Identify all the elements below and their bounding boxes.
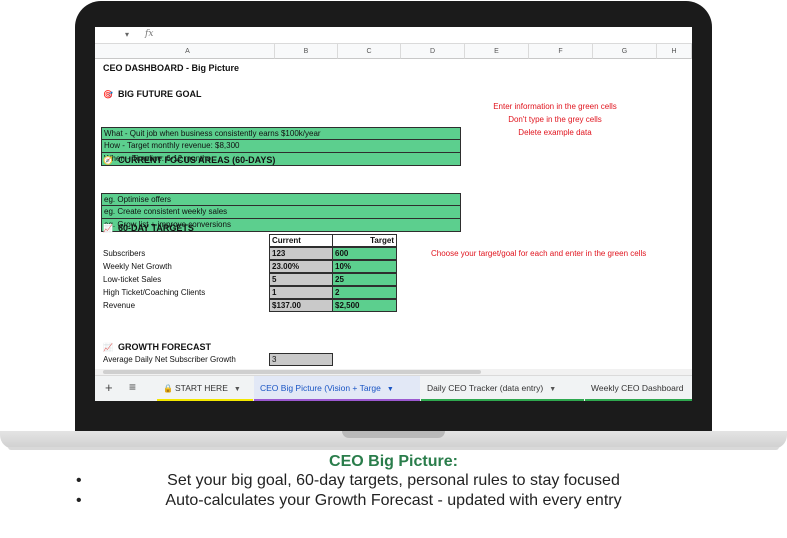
instruction-green-cells: Enter information in the green cells xyxy=(493,102,617,111)
bullet-dot: • xyxy=(76,492,82,509)
current-subscribers[interactable]: 123 xyxy=(269,247,333,260)
spreadsheet-screen: ▾ fx A B C D E F G H CEO DASHBOARD - Big… xyxy=(95,27,692,401)
laptop-bezel-bottom xyxy=(75,401,712,431)
tab-ceo-big-picture-label: CEO Big Picture (Vision + Targe xyxy=(260,383,381,393)
chevron-down-icon[interactable]: ▼ xyxy=(549,386,556,393)
target-label-revenue: Revenue xyxy=(103,301,136,310)
big-goal-heading-text: BIG FUTURE GOAL xyxy=(118,89,202,99)
tab-daily-ceo-tracker[interactable]: Daily CEO Tracker (data entry) ▼ xyxy=(421,376,584,401)
targets-heading-text: 60-DAY TARGETS xyxy=(118,223,194,233)
focus-cell-1[interactable]: eg. Optimise offers xyxy=(101,193,461,206)
chart-icon: 📈 xyxy=(103,224,113,233)
column-header-c[interactable]: C xyxy=(338,44,401,59)
column-header-f[interactable]: F xyxy=(529,44,593,59)
column-header-g[interactable]: G xyxy=(593,44,657,59)
tab-color-stripe xyxy=(157,399,253,401)
focus-heading: 🧭 CURRENT FOCUS AREAS (60-DAYS) xyxy=(103,154,275,167)
big-goal-heading: 🎯 BIG FUTURE GOAL xyxy=(103,88,202,101)
target-subscribers[interactable]: 600 xyxy=(332,247,397,260)
targets-heading: 📈 60-DAY TARGETS xyxy=(103,222,194,235)
tab-weekly-ceo-dashboard-label: Weekly CEO Dashboard xyxy=(591,383,684,393)
targets-note: Choose your target/goal for each and ent… xyxy=(431,249,647,258)
tab-start-here[interactable]: 🔒 START HERE ▼ xyxy=(157,376,253,401)
forecast-value[interactable]: 3 xyxy=(269,353,333,366)
chevron-down-icon[interactable]: ▼ xyxy=(387,386,394,393)
fx-icon: fx xyxy=(145,29,154,39)
dashboard-title: CEO DASHBOARD - Big Picture xyxy=(103,63,240,73)
goal-what-cell[interactable]: What - Quit job when business consistent… xyxy=(101,127,461,140)
caption-bullet-2: • Auto-calculates your Growth Forecast -… xyxy=(0,492,787,510)
targets-col-target: Target xyxy=(332,234,397,247)
target-label-low-ticket: Low-ticket Sales xyxy=(103,275,162,284)
goal-how-cell[interactable]: How - Target monthly revenue: $8,300 xyxy=(101,140,461,153)
focus-cell-2[interactable]: eg. Create consistent weekly sales xyxy=(101,206,461,219)
sheet-grid[interactable]: CEO DASHBOARD - Big Picture 🎯 BIG FUTURE … xyxy=(95,59,692,369)
sheet-tabs-bar: + ≡ 🔒 START HERE ▼ CEO Big Picture (Vision… xyxy=(95,375,692,401)
add-sheet-icon[interactable]: + xyxy=(105,380,113,395)
target-high-ticket[interactable]: 2 xyxy=(332,286,397,299)
caption-bullet-2-text: Auto-calculates your Growth Forecast - u… xyxy=(165,492,622,509)
chart-icon: 📈 xyxy=(103,343,113,352)
forecast-heading: 📈 GROWTH FORECAST xyxy=(103,341,211,354)
caption-title: CEO Big Picture: xyxy=(329,453,458,470)
column-header-b[interactable]: B xyxy=(275,44,338,59)
target-weekly-growth[interactable]: 10% xyxy=(332,260,397,273)
chevron-down-icon[interactable]: ▼ xyxy=(234,386,241,393)
column-header-a[interactable]: A xyxy=(101,44,275,59)
target-low-ticket[interactable]: 25 xyxy=(332,273,397,286)
laptop-notch xyxy=(342,431,445,438)
forecast-heading-text: GROWTH FORECAST xyxy=(118,342,211,352)
tab-color-stripe xyxy=(585,399,692,401)
scrollbar-thumb[interactable] xyxy=(103,370,481,374)
targets-col-current: Current xyxy=(269,234,333,247)
bullet-dot: • xyxy=(76,472,82,489)
target-label-subscribers: Subscribers xyxy=(103,249,146,258)
column-header-d[interactable]: D xyxy=(401,44,465,59)
forecast-label: Average Daily Net Subscriber Growth xyxy=(103,355,236,364)
target-icon: 🎯 xyxy=(103,90,113,99)
compass-icon: 🧭 xyxy=(103,156,113,165)
instruction-delete-example: Delete example data xyxy=(518,128,592,137)
column-header-h[interactable]: H xyxy=(657,44,692,59)
caption-bullet-1-text: Set your big goal, 60-day targets, perso… xyxy=(167,472,620,489)
all-sheets-menu-icon[interactable]: ≡ xyxy=(129,380,136,394)
lock-icon: 🔒 xyxy=(163,384,173,393)
laptop-shadow xyxy=(8,447,779,450)
focus-heading-text: CURRENT FOCUS AREAS (60-DAYS) xyxy=(118,155,276,165)
current-revenue[interactable]: $137.00 xyxy=(269,299,333,312)
tab-color-stripe xyxy=(421,399,584,401)
target-label-weekly-growth: Weekly Net Growth xyxy=(103,262,172,271)
tab-ceo-big-picture[interactable]: CEO Big Picture (Vision + Targe ▼ xyxy=(254,376,420,401)
current-high-ticket[interactable]: 1 xyxy=(269,286,333,299)
tab-weekly-ceo-dashboard[interactable]: Weekly CEO Dashboard xyxy=(585,376,692,401)
target-revenue[interactable]: $2,500 xyxy=(332,299,397,312)
caption-bullet-1: • Set your big goal, 60-day targets, per… xyxy=(0,472,787,490)
column-header-e[interactable]: E xyxy=(465,44,529,59)
current-weekly-growth[interactable]: 23.00% xyxy=(269,260,333,273)
instruction-grey-cells: Don't type in the grey cells xyxy=(508,115,602,124)
formula-bar: ▾ fx xyxy=(95,27,692,44)
tab-start-here-label: START HERE xyxy=(174,383,228,393)
current-low-ticket[interactable]: 5 xyxy=(269,273,333,286)
tab-color-stripe xyxy=(254,399,420,401)
name-box-dropdown[interactable]: ▾ xyxy=(125,30,129,39)
tab-daily-ceo-tracker-label: Daily CEO Tracker (data entry) xyxy=(427,383,544,393)
target-label-high-ticket: High Ticket/Coaching Clients xyxy=(103,288,206,297)
